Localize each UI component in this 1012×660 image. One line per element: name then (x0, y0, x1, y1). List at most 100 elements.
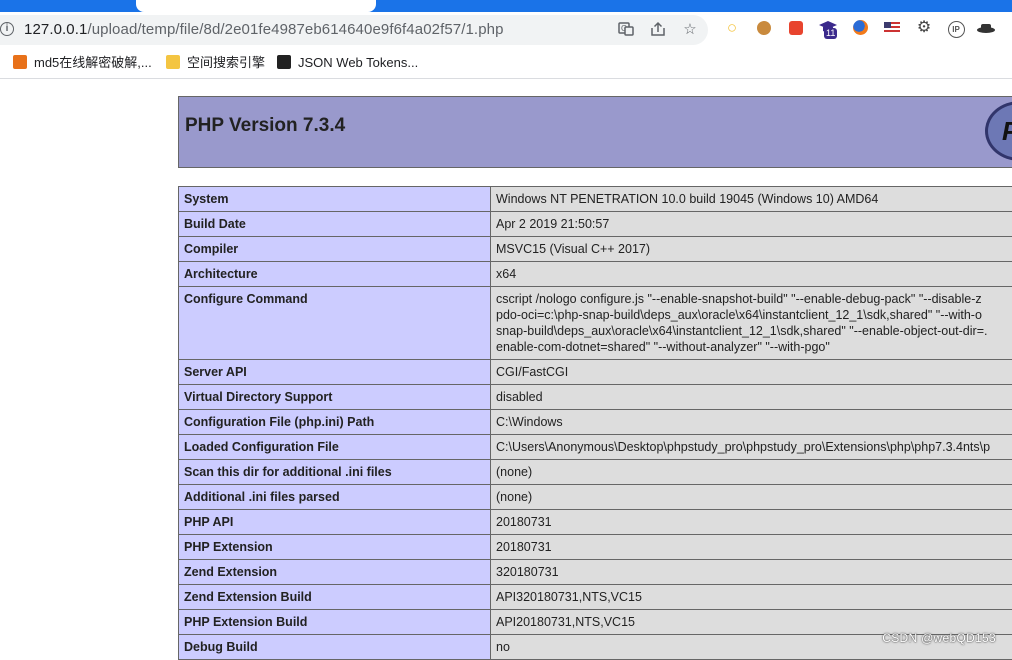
value-line: enable-com-dotnet=shared" "--without-ana… (496, 339, 1012, 355)
bookmark-md5[interactable]: md5在线解密破解,... (13, 54, 152, 72)
value-line: Windows NT PENETRATION 10.0 build 19045 … (496, 191, 1012, 207)
value-line: C:\Windows (496, 414, 1012, 430)
page-content: PHP Version 7.3.4 P System Windows NT PEN… (0, 79, 1012, 655)
row-value: 20180731 (491, 510, 1012, 535)
folder-icon (166, 55, 180, 69)
page-title: PHP Version 7.3.4 (185, 115, 345, 137)
table-row: Zend Extension 320180731 (179, 560, 1012, 585)
info-icon[interactable]: i (0, 22, 14, 36)
share-icon[interactable] (648, 20, 668, 40)
table-row: Build Date Apr 2 2019 21:50:57 (179, 212, 1012, 237)
value-line: cscript /nologo configure.js "--enable-s… (496, 291, 1012, 307)
extension-firefox-icon[interactable] (850, 18, 870, 38)
bookmark-label: 空间搜索引擎 (187, 55, 265, 70)
row-value: disabled (491, 385, 1012, 410)
php-logo: P (985, 101, 1012, 161)
row-key: PHP API (179, 510, 491, 535)
value-line: CGI/FastCGI (496, 364, 1012, 380)
row-value: MSVC15 (Visual C++ 2017) (491, 237, 1012, 262)
extension-badge: 11 (824, 28, 837, 39)
row-value: x64 (491, 262, 1012, 287)
row-value: C:\Users\Anonymous\Desktop\phpstudy_pro\… (491, 435, 1012, 460)
value-line: API20180731,NTS,VC15 (496, 614, 1012, 630)
table-row: PHP Extension 20180731 (179, 535, 1012, 560)
row-value: 20180731 (491, 535, 1012, 560)
extension-box-icon[interactable] (786, 18, 806, 38)
value-line: MSVC15 (Visual C++ 2017) (496, 241, 1012, 257)
table-row: PHP API 20180731 (179, 510, 1012, 535)
value-line: disabled (496, 389, 1012, 405)
address-bar[interactable]: i 127.0.0.1/upload/temp/file/8d/2e01fe49… (0, 15, 708, 45)
value-line: 20180731 (496, 539, 1012, 555)
browser-toolbar: i 127.0.0.1/upload/temp/file/8d/2e01fe49… (0, 12, 1012, 48)
row-value: API320180731,NTS,VC15 (491, 585, 1012, 610)
value-line: Apr 2 2019 21:50:57 (496, 216, 1012, 232)
row-key: Compiler (179, 237, 491, 262)
row-value: cscript /nologo configure.js "--enable-s… (491, 287, 1012, 360)
value-line: snap-build\deps_aux\oracle\x64\instantcl… (496, 323, 1012, 339)
row-key: PHP Extension (179, 535, 491, 560)
row-key: Additional .ini files parsed (179, 485, 491, 510)
row-value: (none) (491, 460, 1012, 485)
table-row: Server API CGI/FastCGI (179, 360, 1012, 385)
row-key: System (179, 187, 491, 212)
row-key: Configuration File (php.ini) Path (179, 410, 491, 435)
tab-strip (0, 0, 1012, 12)
bookmark-label: md5在线解密破解,... (34, 55, 152, 70)
row-value: C:\Windows (491, 410, 1012, 435)
value-line: (none) (496, 464, 1012, 480)
table-row: Additional .ini files parsed (none) (179, 485, 1012, 510)
row-key: PHP Extension Build (179, 610, 491, 635)
row-key: Build Date (179, 212, 491, 237)
extension-gear-icon[interactable]: ⚙ (914, 18, 934, 38)
extension-graduation-icon[interactable]: 11 (818, 18, 838, 38)
table-row: Loaded Configuration FileC:\Users\Anonym… (179, 435, 1012, 460)
row-key: Configure Command (179, 287, 491, 360)
value-line: x64 (496, 266, 1012, 282)
watermark: CSDN @webQD153 (882, 631, 996, 645)
row-value: Apr 2 2019 21:50:57 (491, 212, 1012, 237)
row-key: Zend Extension (179, 560, 491, 585)
row-key: Zend Extension Build (179, 585, 491, 610)
phpinfo-header: PHP Version 7.3.4 P (178, 96, 1012, 168)
table-row: System Windows NT PENETRATION 10.0 build … (179, 187, 1012, 212)
bookmarks-bar: md5在线解密破解,... 空间搜索引擎 JSON Web Tokens... (0, 48, 1012, 79)
table-row: Configuration File (php.ini) Path C:\Wind… (179, 410, 1012, 435)
row-value: Windows NT PENETRATION 10.0 build 19045 … (491, 187, 1012, 212)
extension-flag-icon[interactable] (882, 18, 902, 38)
row-value: (none) (491, 485, 1012, 510)
extension-ip-icon[interactable]: IP (946, 18, 966, 38)
value-line: (none) (496, 489, 1012, 505)
value-line: 20180731 (496, 514, 1012, 530)
value-line: 320180731 (496, 564, 1012, 580)
value-line: API320180731,NTS,VC15 (496, 589, 1012, 605)
extension-sun-icon[interactable]: ○ (722, 18, 742, 38)
bookmark-star-icon[interactable]: ☆ (680, 20, 700, 40)
row-value: 320180731 (491, 560, 1012, 585)
row-key: Debug Build (179, 635, 491, 660)
table-row: Virtual Directory Support disabled (179, 385, 1012, 410)
active-tab[interactable] (136, 0, 376, 12)
jwt-site-icon (277, 55, 291, 69)
row-key: Server API (179, 360, 491, 385)
table-row: Architecture x64 (179, 262, 1012, 287)
row-key: Scan this dir for additional .ini files (179, 460, 491, 485)
md5-site-icon (13, 55, 27, 69)
table-row: Compiler MSVC15 (Visual C++ 2017) (179, 237, 1012, 262)
translate-icon[interactable]: G (616, 20, 636, 40)
url-text[interactable]: 127.0.0.1/upload/temp/file/8d/2e01fe4987… (24, 21, 504, 38)
row-key: Virtual Directory Support (179, 385, 491, 410)
table-row: Configure Command cscript /nologo configu… (179, 287, 1012, 360)
row-value: CGI/FastCGI (491, 360, 1012, 385)
value-line: C:\Users\Anonymous\Desktop\phpstudy_pro\… (496, 439, 1012, 455)
bookmark-label: JSON Web Tokens... (298, 55, 418, 70)
extension-hat-icon[interactable] (976, 18, 996, 38)
phpinfo-table: System Windows NT PENETRATION 10.0 build … (178, 186, 1012, 660)
table-row: Scan this dir for additional .ini files (… (179, 460, 1012, 485)
bookmark-jwt[interactable]: JSON Web Tokens... (277, 54, 418, 72)
bookmark-space-search[interactable]: 空间搜索引擎 (166, 54, 265, 72)
table-row: Zend Extension Build API320180731,NTS,VC1… (179, 585, 1012, 610)
extension-cookie-icon[interactable] (754, 18, 774, 38)
row-key: Architecture (179, 262, 491, 287)
url-path: /upload/temp/file/8d/2e01fe4987eb614640e… (87, 21, 503, 38)
